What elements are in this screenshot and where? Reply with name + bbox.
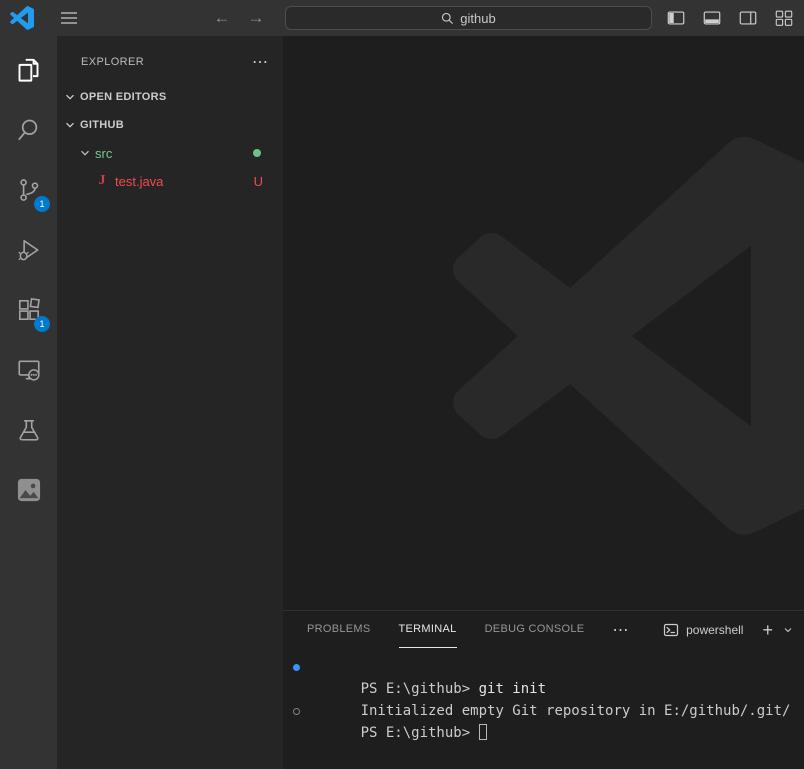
activity-bar: 1 1 [0, 36, 57, 769]
new-terminal-button[interactable]: + [762, 621, 773, 639]
titlebar: ← → github [0, 0, 804, 36]
terminal-line: PS E:\github> git init [283, 656, 804, 697]
beaker-icon [18, 419, 39, 441]
explorer-sidebar: EXPLORER ⋯ OPEN EDITORS GITHUB src J tes… [57, 36, 283, 769]
tab-problems[interactable]: PROBLEMS [307, 611, 371, 648]
activity-extensions-button[interactable]: 1 [0, 280, 57, 340]
activity-remote-explorer-button[interactable] [0, 340, 57, 400]
tab-debug-console[interactable]: DEBUG CONSOLE [485, 611, 585, 648]
chevron-down-icon [66, 94, 74, 100]
terminal-dropdown-chevron-icon[interactable] [782, 624, 794, 636]
file-label: test.java [115, 173, 164, 189]
search-icon [17, 119, 37, 141]
command-pending-decoration-icon [293, 708, 300, 715]
git-untracked-badge: U [253, 173, 263, 189]
activity-testing-button[interactable] [0, 400, 57, 460]
remote-explorer-icon [17, 360, 40, 381]
tab-terminal[interactable]: TERMINAL [398, 611, 457, 648]
activity-run-debug-button[interactable] [0, 220, 57, 280]
go-forward-icon[interactable]: → [246, 8, 266, 28]
java-file-icon: J [98, 173, 106, 188]
image-icon [17, 478, 40, 502]
terminal-powershell-icon [664, 623, 679, 636]
source-control-badge: 1 [34, 196, 50, 212]
vscode-watermark-icon [453, 136, 804, 535]
activity-search-button[interactable] [0, 100, 57, 160]
customize-layout-icon[interactable] [772, 6, 796, 30]
activity-explorer-button[interactable] [0, 40, 57, 100]
terminal-cursor [478, 724, 487, 740]
chevron-down-icon [81, 150, 89, 156]
tree-item-test-java[interactable]: J test.java U [57, 167, 283, 195]
section-github[interactable]: GITHUB [57, 111, 283, 139]
terminal-content[interactable]: PS E:\github> git init Initialized empty… [283, 648, 804, 741]
chevron-down-icon [66, 122, 74, 128]
run-and-debug-icon [17, 239, 38, 261]
terminal-line: PS E:\github> [283, 700, 804, 741]
terminal-line: Initialized empty Git repository in E:/g… [283, 678, 804, 719]
toggle-secondary-sidebar-icon[interactable] [736, 6, 760, 30]
panel-tab-bar: PROBLEMS TERMINAL DEBUG CONSOLE ⋯ powers… [283, 611, 804, 648]
bottom-panel: PROBLEMS TERMINAL DEBUG CONSOLE ⋯ powers… [283, 610, 804, 769]
sidebar-more-actions-icon[interactable]: ⋯ [252, 52, 269, 72]
git-changes-dot-icon [253, 149, 261, 157]
panel-more-tabs-icon[interactable]: ⋯ [612, 620, 629, 640]
extensions-badge: 1 [34, 316, 50, 332]
toggle-primary-sidebar-icon[interactable] [664, 6, 688, 30]
command-decoration-icon [293, 664, 300, 671]
sidebar-title: EXPLORER [81, 56, 145, 68]
files-icon [18, 58, 39, 82]
folder-label: src [95, 145, 113, 161]
tree-item-src-folder[interactable]: src [57, 139, 283, 167]
tab-label: DEBUG CONSOLE [484, 623, 585, 635]
command-center-search[interactable]: github [285, 6, 652, 30]
activity-source-control-button[interactable]: 1 [0, 160, 57, 220]
command-center-text: github [460, 10, 496, 26]
activity-image-extension-button[interactable] [0, 460, 57, 520]
menu-hamburger-icon[interactable] [56, 7, 82, 29]
section-open-editors[interactable]: OPEN EDITORS [57, 83, 283, 111]
section-label: GITHUB [80, 119, 124, 131]
toggle-panel-icon[interactable] [700, 6, 724, 30]
editor-area [283, 36, 804, 610]
terminal-shell-label[interactable]: powershell [686, 623, 743, 637]
section-label: OPEN EDITORS [80, 91, 167, 103]
vscode-logo-icon [10, 6, 34, 30]
tab-label: TERMINAL [398, 623, 457, 635]
terminal-prompt: PS E:\github> [360, 725, 479, 741]
search-icon [442, 12, 454, 24]
go-back-icon[interactable]: ← [212, 8, 232, 28]
tab-label: PROBLEMS [307, 623, 371, 635]
